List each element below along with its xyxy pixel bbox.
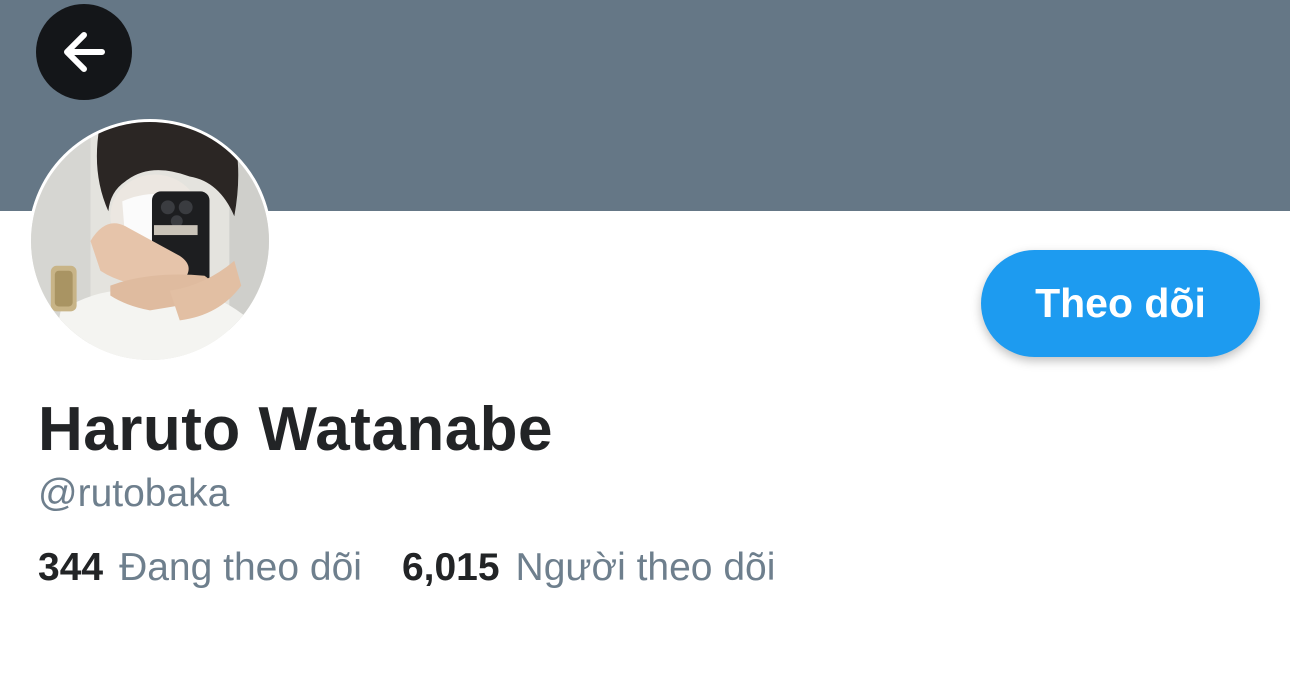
followers-stat[interactable]: 6,015 Người theo dõi [402,546,775,590]
avatar[interactable] [28,119,272,363]
follow-button[interactable]: Theo dõi [981,250,1260,357]
following-label: Đang theo dõi [119,546,362,589]
profile-display-name: Haruto Watanabe [38,395,554,464]
arrow-left-icon [64,32,105,72]
profile-stats: 344 Đang theo dõi 6,015 Người theo dõi [38,546,775,590]
following-count: 344 [38,546,104,589]
avatar-photo [31,122,269,360]
profile-handle: @rutobaka [38,472,230,515]
following-stat[interactable]: 344 Đang theo dõi [38,546,362,590]
back-button[interactable] [36,4,132,100]
profile-page: Theo dõi Haruto Watanabe @rutobaka 344 Đ… [0,0,1290,695]
followers-count: 6,015 [401,546,500,589]
followers-label: Người theo dõi [515,546,776,589]
